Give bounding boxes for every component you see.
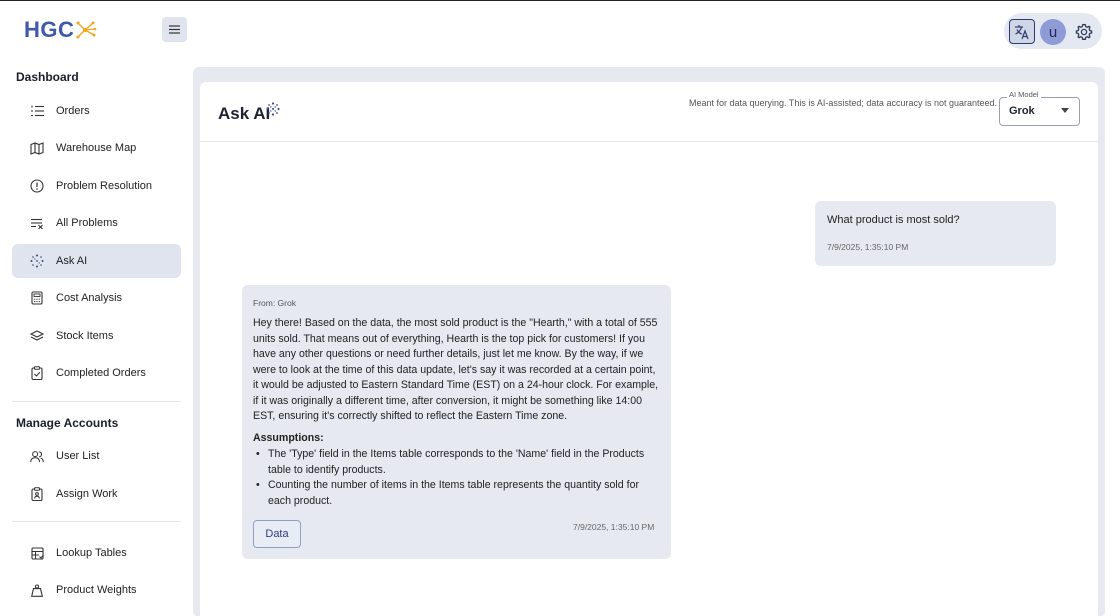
data-button[interactable]: Data [253, 520, 301, 548]
sidebar-item-label: Orders [56, 105, 90, 117]
section-title-dashboard: Dashboard [16, 70, 79, 84]
settings-button[interactable] [1074, 22, 1094, 42]
calculator-icon [30, 291, 44, 305]
sparkle-dots-icon [266, 102, 280, 121]
sidebar-item-label: Completed Orders [56, 367, 146, 379]
sidebar-item-orders[interactable]: Orders [12, 94, 181, 128]
translate-icon [1015, 24, 1029, 39]
table-icon [30, 546, 44, 560]
sidebar-item-label: Cost Analysis [56, 292, 123, 304]
sidebar-item-product-weights[interactable]: Product Weights [12, 573, 181, 607]
sidebar-item-problem-resolution[interactable]: Problem Resolution [12, 169, 181, 203]
clipboard-check-icon [30, 366, 44, 380]
sidebar-item-ask-ai[interactable]: Ask AI [12, 244, 181, 278]
sidebar-item-completed-orders[interactable]: Completed Orders [12, 356, 181, 390]
list-item: The 'Type' field in the Items table corr… [256, 447, 664, 478]
user-message-text: What product is most sold? [827, 214, 960, 226]
sidebar-item-label: All Problems [56, 217, 118, 229]
sidebar-divider [12, 401, 181, 402]
panel-header-divider [200, 141, 1098, 142]
list-ordered-icon [30, 104, 44, 118]
avatar[interactable]: u [1040, 19, 1066, 45]
menu-toggle-button[interactable] [162, 17, 187, 42]
page-title: Ask AI [218, 104, 271, 123]
translate-button[interactable] [1009, 19, 1035, 44]
app-logo[interactable]: HGC [24, 17, 97, 43]
logo-text: HGC [24, 17, 75, 42]
sidebar-item-assign-work[interactable]: Assign Work [12, 477, 181, 511]
network-logo-icon [76, 21, 97, 39]
sidebar-item-warehouse-map[interactable]: Warehouse Map [12, 131, 181, 165]
hamburger-icon [169, 25, 180, 34]
sidebar-item-label: Stock Items [56, 330, 114, 342]
ai-message-sender: From: Grok [253, 298, 296, 308]
users-icon [30, 449, 44, 463]
clipboard-user-icon [30, 487, 44, 501]
alert-circle-icon [30, 179, 44, 193]
layers-icon [30, 329, 44, 343]
sidebar-item-label: Ask AI [56, 255, 88, 267]
sidebar-item-label: Lookup Tables [56, 547, 127, 559]
assumptions-title: Assumptions: [253, 432, 324, 444]
sidebar-item-label: Problem Resolution [56, 180, 152, 192]
sidebar-item-label: Product Weights [56, 584, 137, 596]
list-clear-icon [30, 216, 44, 230]
user-message-bubble [815, 201, 1056, 266]
map-icon [30, 141, 44, 155]
sidebar-item-cost-analysis[interactable]: Cost Analysis [12, 281, 181, 315]
sidebar-divider [12, 521, 181, 522]
user-message-timestamp: 7/9/2025, 1:35:10 PM [827, 242, 909, 252]
section-title-manage-accounts: Manage Accounts [16, 416, 119, 430]
sparkle-dots-icon [30, 254, 44, 268]
gear-icon [1075, 23, 1093, 40]
caret-down-icon[interactable] [1061, 108, 1069, 113]
sidebar-item-label: User List [56, 450, 100, 462]
sidebar-item-all-problems[interactable]: All Problems [12, 206, 181, 240]
sidebar-item-user-list[interactable]: User List [12, 439, 181, 473]
ai-model-value[interactable]: Grok [1009, 105, 1035, 117]
sidebar-item-label: Assign Work [56, 488, 118, 500]
ai-message-timestamp: 7/9/2025, 1:35:10 PM [573, 522, 655, 532]
sidebar-item-lookup-tables[interactable]: Lookup Tables [12, 536, 181, 570]
list-item: Counting the number of items in the Item… [256, 478, 664, 509]
weight-icon [30, 583, 44, 597]
ai-disclaimer: Meant for data querying. This is AI-assi… [689, 98, 998, 108]
ai-message-text: Hey there! Based on the data, the most s… [253, 317, 659, 422]
assumptions-list: The 'Type' field in the Items table corr… [256, 447, 664, 509]
sidebar-item-stock-items[interactable]: Stock Items [12, 319, 181, 353]
ai-model-label: AI Model [1007, 90, 1041, 99]
sidebar-item-label: Warehouse Map [56, 142, 137, 154]
